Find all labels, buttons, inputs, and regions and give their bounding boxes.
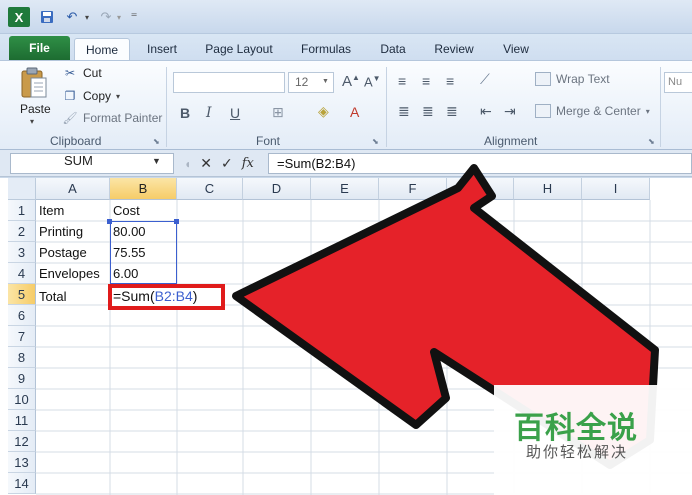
watermark-subtitle: 助你轻松解决 bbox=[526, 443, 629, 461]
watermark: 百科全说 助你轻松解决 bbox=[494, 385, 692, 495]
